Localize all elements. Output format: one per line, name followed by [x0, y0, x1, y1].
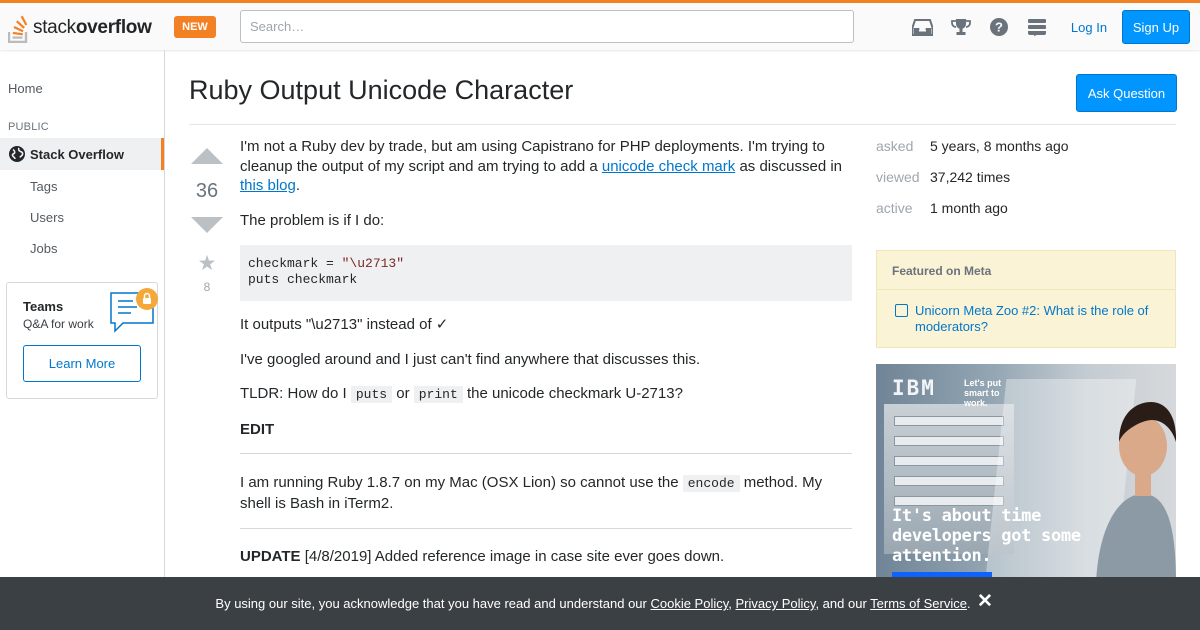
post-paragraph: It outputs "\u2713" instead of ✓ [240, 316, 449, 333]
sidebar-item-label: Stack Overflow [30, 146, 124, 162]
inbox-icon[interactable] [911, 17, 933, 37]
teams-promo: Teams Q&A for work Learn More [6, 282, 158, 399]
unicode-check-mark-link[interactable]: unicode check mark [602, 158, 735, 175]
post-paragraph: TLDR: How do I puts or print the unicode… [240, 384, 852, 405]
text-span: or [392, 385, 414, 402]
this-blog-link[interactable]: this blog [240, 177, 296, 194]
teams-illustration-icon [110, 288, 158, 333]
sidebar-item-stack-overflow[interactable]: Stack Overflow [0, 138, 164, 170]
asked-value: 5 years, 8 months ago [930, 138, 1069, 154]
learn-more-button[interactable]: Learn More [23, 345, 141, 382]
upvote-arrow-icon[interactable] [191, 148, 223, 164]
help-icon[interactable]: ? [988, 17, 1010, 37]
text-span: , and our [815, 596, 871, 611]
active-value[interactable]: 1 month ago [930, 200, 1008, 216]
rack-slot [894, 436, 1004, 446]
rack-slot [894, 416, 1004, 426]
logo-text-regular: stack [33, 17, 76, 38]
cookie-policy-link[interactable]: Cookie Policy [650, 596, 728, 611]
text-span: [4/8/2019] Added reference image in case… [300, 548, 725, 565]
text-span: . [966, 596, 971, 611]
favorite-count: 8 [203, 280, 211, 294]
stackoverflow-logo[interactable]: stackoverflow [8, 10, 163, 46]
ibm-logo: IBM [892, 376, 936, 400]
vote-count: 36 [195, 180, 219, 202]
favorite-star-icon[interactable]: ★ [195, 251, 219, 276]
sign-up-button[interactable]: Sign Up [1122, 10, 1190, 44]
inline-code: encode [682, 475, 740, 492]
meta-item-link[interactable]: Unicorn Meta Zoo #2: What is the role of… [915, 303, 1165, 335]
code-block: checkmark = "\u2713" puts checkmark [240, 245, 852, 301]
svg-text:?: ? [995, 20, 1003, 35]
ad-copy: It's about time developers got some atte… [892, 506, 1081, 566]
featured-on-meta: Featured on Meta Unicorn Meta Zoo #2: Wh… [876, 250, 1176, 348]
question-title[interactable]: Ruby Output Unicode Character [189, 75, 573, 106]
ibm-advertisement[interactable]: IBM Let's put smart to work. It's about … [876, 364, 1176, 577]
logo-wordmark: stackoverflow [33, 17, 152, 39]
cookie-text: By using our site, you acknowledge that … [215, 596, 970, 611]
text-span: as discussed in [735, 157, 843, 175]
ask-question-button[interactable]: Ask Question [1076, 74, 1177, 112]
downvote-arrow-icon[interactable] [191, 217, 223, 233]
sidebar-item-tags[interactable]: Tags [30, 179, 57, 194]
close-icon[interactable]: ✕ [975, 591, 995, 612]
text-span: . [295, 177, 301, 194]
viewed-value: 37,242 times [930, 169, 1011, 185]
sidebar-item-users[interactable]: Users [30, 210, 64, 225]
post-paragraph: I'm not a Ruby dev by trade, but am usin… [240, 137, 852, 196]
globe-icon [9, 146, 25, 162]
inline-code: puts [350, 386, 393, 403]
log-in-button[interactable]: Log In [1062, 11, 1116, 44]
rack-slot [894, 496, 1004, 506]
inline-code: print [413, 386, 463, 403]
post-paragraph: I've googled around and I just can't fin… [240, 350, 701, 368]
code-line: puts checkmark [248, 272, 358, 287]
post-paragraph: I am running Ruby 1.8.7 on my Mac (OSX L… [240, 473, 852, 513]
text-span: the unicode checkmark U-2713? [462, 385, 683, 402]
edit-heading: EDIT [240, 420, 275, 438]
text-span: , [728, 596, 736, 611]
cookie-banner: By using our site, you acknowledge that … [0, 577, 1200, 630]
code-line: checkmark = "\u2713" [248, 256, 844, 272]
text-span: By using our site, you acknowledge that … [215, 596, 651, 611]
title-divider [189, 124, 1176, 125]
divider [240, 453, 852, 454]
divider [240, 528, 852, 529]
question-body: I'm not a Ruby dev by trade, but am usin… [240, 137, 852, 582]
new-badge[interactable]: NEW [174, 16, 216, 38]
sidebar-item-jobs[interactable]: Jobs [30, 241, 57, 256]
rack-slot [894, 476, 1004, 486]
post-paragraph: The problem is if I do: [240, 211, 385, 229]
active-label: active [876, 200, 913, 216]
top-bar: stackoverflow NEW ? Log In Sign Up [0, 0, 1200, 50]
privacy-policy-link[interactable]: Privacy Policy [736, 596, 816, 611]
text-span: I am running Ruby 1.8.7 on my Mac (OSX L… [240, 474, 683, 491]
teams-subtitle: Q&A for work [23, 317, 94, 331]
teams-title: Teams [23, 299, 64, 314]
achievements-icon[interactable] [950, 17, 972, 37]
logo-text-bold: overflow [75, 17, 152, 38]
code-string: "\u2713" [341, 256, 405, 271]
rack-slot [894, 456, 1004, 466]
site-switcher-icon[interactable] [1026, 17, 1048, 37]
sidebar-item-home[interactable]: Home [8, 81, 43, 96]
search-input[interactable] [240, 10, 854, 43]
person-image [1096, 402, 1176, 577]
text-span: TLDR: How do I [240, 385, 351, 402]
ad-tagline: Let's put smart to work. [964, 378, 1002, 408]
update-label: UPDATE [240, 548, 301, 565]
meta-post-icon [895, 304, 908, 317]
stack-logo-icon [8, 15, 28, 43]
asked-label: asked [876, 138, 914, 154]
code-text: checkmark = [248, 256, 342, 271]
post-paragraph: UPDATE [4/8/2019] Added reference image … [240, 547, 852, 567]
meta-heading: Featured on Meta [877, 251, 1175, 290]
viewed-label: viewed [876, 169, 920, 185]
sidebar-section-public: PUBLIC [8, 121, 49, 133]
left-sidebar: Home PUBLIC Stack Overflow Tags Users Jo… [0, 50, 165, 630]
terms-of-service-link[interactable]: Terms of Service [870, 596, 967, 611]
